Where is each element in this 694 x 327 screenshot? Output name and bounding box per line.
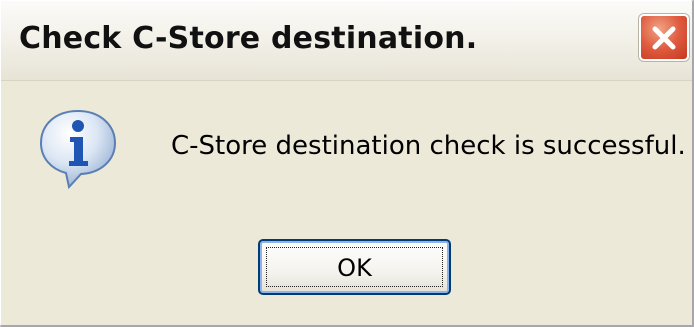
window-title: Check C-Store destination. bbox=[19, 21, 478, 56]
title-bar[interactable]: Check C-Store destination. bbox=[1, 1, 692, 81]
close-icon bbox=[652, 26, 676, 49]
close-button[interactable] bbox=[639, 14, 689, 61]
message-dialog: Check C-Store destination. C-Store desti… bbox=[0, 0, 694, 327]
ok-button[interactable]: OK bbox=[258, 239, 451, 295]
ok-button-label: OK bbox=[337, 254, 372, 282]
dialog-message: C-Store destination check is successful. bbox=[171, 131, 686, 161]
dialog-body: C-Store destination check is successful.… bbox=[1, 81, 692, 325]
info-icon bbox=[39, 109, 117, 190]
